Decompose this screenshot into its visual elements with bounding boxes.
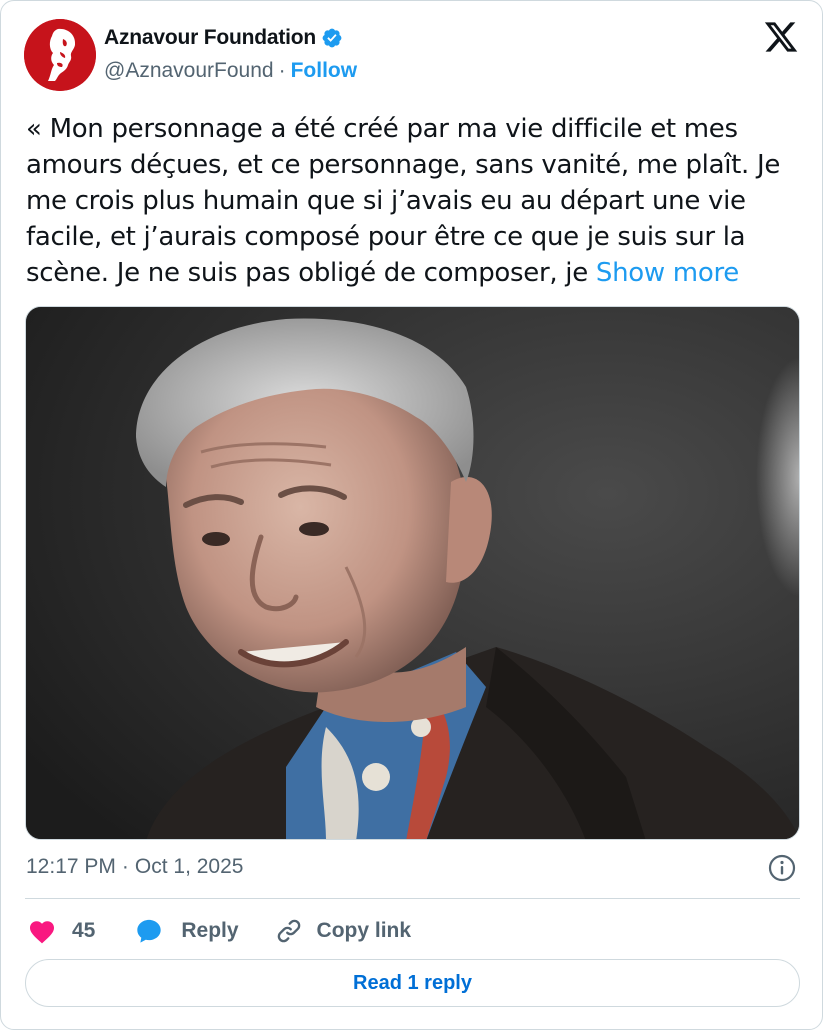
- x-logo-icon[interactable]: [763, 19, 799, 55]
- action-bar: 45 Reply Copy link: [28, 912, 411, 950]
- link-icon: [277, 919, 300, 943]
- follow-button[interactable]: Follow: [291, 59, 358, 83]
- author-handle[interactable]: @AznavourFound: [104, 59, 274, 83]
- copy-link-button[interactable]: Copy link: [275, 917, 412, 945]
- like-button[interactable]: 45: [28, 918, 95, 944]
- portrait-image: [26, 307, 799, 839]
- handle-separator: ·: [278, 59, 286, 82]
- show-more-link[interactable]: Show more: [596, 258, 739, 288]
- author-handle-row: @AznavourFound · Follow: [104, 59, 357, 83]
- author-name-row: Aznavour Foundation: [104, 26, 343, 50]
- verified-badge-icon: [321, 27, 343, 49]
- tweet-photo[interactable]: [25, 306, 800, 840]
- tweet-timestamp[interactable]: 12:17 PM · Oct 1, 2025: [26, 855, 243, 879]
- like-count: 45: [72, 919, 96, 942]
- read-replies-button[interactable]: Read 1 reply: [25, 959, 800, 1007]
- copy-link-label: Copy link: [316, 919, 412, 942]
- heart-icon: [29, 921, 55, 944]
- reply-label: Reply: [181, 919, 239, 942]
- info-icon[interactable]: [767, 853, 797, 883]
- divider: [25, 898, 800, 899]
- speech-bubble-icon: [137, 919, 162, 943]
- tweet-date: Oct 1, 2025: [134, 855, 244, 878]
- tweet-time: 12:17 PM: [26, 855, 116, 878]
- meta-separator: ·: [121, 855, 129, 878]
- reply-button[interactable]: Reply: [135, 917, 239, 945]
- author-display-name[interactable]: Aznavour Foundation: [104, 26, 316, 50]
- avatar[interactable]: [24, 19, 96, 91]
- avatar-silhouette-icon: [24, 19, 96, 91]
- tweet-card: Aznavour Foundation @AznavourFound · Fol…: [0, 0, 823, 1030]
- tweet-text: « Mon personnage a été créé par ma vie d…: [26, 111, 801, 291]
